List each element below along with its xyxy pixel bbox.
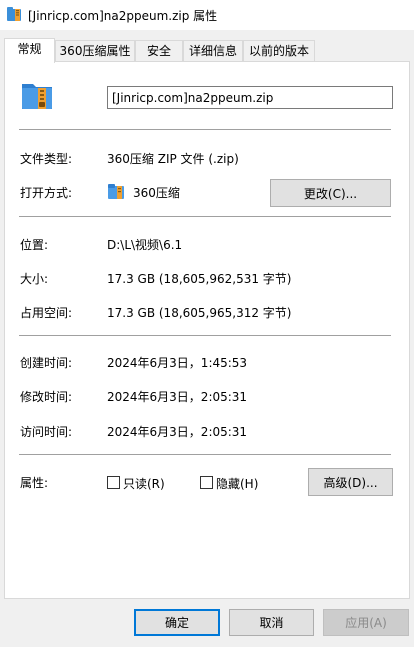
title-bar: [Jinricp.com]na2ppeum.zip 属性 xyxy=(0,0,414,30)
size-value: 17.3 GB (18,605,962,531 字节) xyxy=(107,272,292,286)
tab-general[interactable]: 常规 xyxy=(4,38,55,63)
divider xyxy=(19,335,391,336)
zip-archive-icon xyxy=(7,7,21,21)
modified-label: 修改时间: xyxy=(20,390,73,404)
tab-360zip-properties[interactable]: 360压缩属性 xyxy=(55,40,135,62)
size-label: 大小: xyxy=(20,272,49,286)
ok-button[interactable]: 确定 xyxy=(134,609,220,636)
file-name-input[interactable] xyxy=(107,86,393,109)
apply-button[interactable]: 应用(A) xyxy=(323,609,409,636)
zip-archive-icon xyxy=(22,84,52,109)
change-button[interactable]: 更改(C)... xyxy=(270,179,391,207)
advanced-button[interactable]: 高级(D)... xyxy=(308,468,393,496)
360zip-app-icon xyxy=(108,184,124,199)
readonly-checkbox[interactable] xyxy=(107,476,120,489)
divider xyxy=(19,129,391,130)
tab-security[interactable]: 安全 xyxy=(135,40,183,62)
hidden-label[interactable]: 隐藏(H) xyxy=(216,475,258,492)
readonly-label[interactable]: 只读(R) xyxy=(123,475,165,492)
hidden-checkbox[interactable] xyxy=(200,476,213,489)
created-label: 创建时间: xyxy=(20,356,73,370)
divider xyxy=(19,216,391,217)
location-value: D:\L\视频\6.1 xyxy=(107,238,183,252)
cancel-button[interactable]: 取消 xyxy=(229,609,314,636)
divider xyxy=(19,454,391,455)
attributes-label: 属性: xyxy=(20,476,49,490)
tab-previous-versions[interactable]: 以前的版本 xyxy=(243,40,315,62)
file-type-value: 360压缩 ZIP 文件 (.zip) xyxy=(107,152,239,166)
disk-size-label: 占用空间: xyxy=(20,306,73,320)
accessed-value: 2024年6月3日，2:05:31 xyxy=(107,425,248,439)
general-panel: 文件类型: 360压缩 ZIP 文件 (.zip) 打开方式: 360压缩 更改… xyxy=(4,61,410,599)
disk-size-value: 17.3 GB (18,605,965,312 字节) xyxy=(107,306,292,320)
open-with-label: 打开方式: xyxy=(20,186,73,200)
created-value: 2024年6月3日，1:45:53 xyxy=(107,356,248,370)
window-title: [Jinricp.com]na2ppeum.zip 属性 xyxy=(28,9,218,23)
modified-value: 2024年6月3日，2:05:31 xyxy=(107,390,248,404)
tab-details[interactable]: 详细信息 xyxy=(183,40,243,62)
open-with-value: 360压缩 xyxy=(133,186,180,200)
file-type-label: 文件类型: xyxy=(20,152,73,166)
location-label: 位置: xyxy=(20,238,49,252)
accessed-label: 访问时间: xyxy=(20,425,73,439)
